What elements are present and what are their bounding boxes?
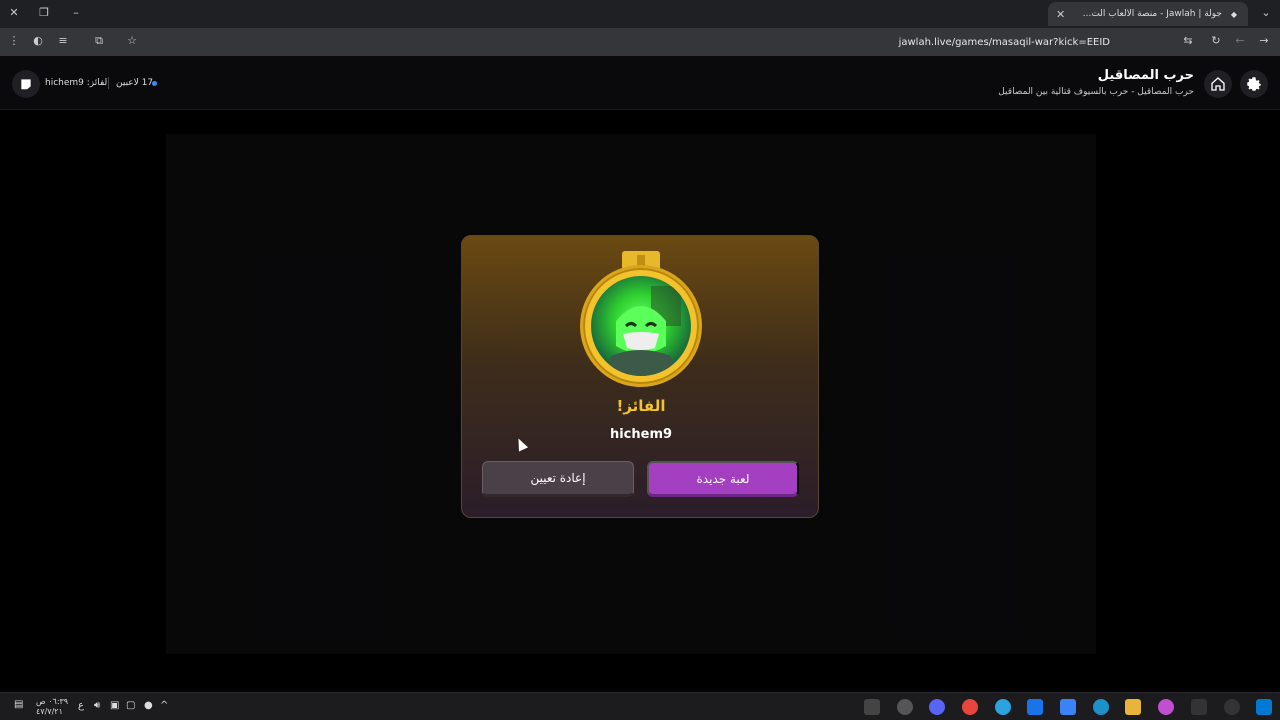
copilot-icon[interactable]: [1158, 699, 1174, 715]
taskbar-app-icon[interactable]: [897, 699, 913, 715]
home-icon: [1211, 77, 1225, 91]
tab-search-icon[interactable]: ⌄: [1258, 6, 1274, 19]
url-field[interactable]: jawlah.live/games/masaqil-war?kick=EEID: [148, 31, 1200, 53]
store-icon[interactable]: [1060, 699, 1076, 715]
forward-icon[interactable]: ←: [1232, 34, 1248, 47]
site-settings-icon[interactable]: ⇆: [1180, 34, 1196, 47]
taskbar-clock[interactable]: ٠٦:٣٩ ص ٤٧/٧/٢١: [36, 697, 68, 717]
favicon-icon: ◆: [1230, 9, 1238, 19]
search-icon[interactable]: [1224, 699, 1240, 715]
menu-icon[interactable]: ⋮: [6, 34, 22, 47]
telegram-icon[interactable]: [995, 699, 1011, 715]
divider: [108, 77, 109, 89]
url-text: jawlah.live/games/masaqil-war?kick=EEID: [898, 36, 1110, 48]
winner-heading: الفائز!: [616, 397, 666, 415]
logo-icon: [21, 79, 31, 90]
winner-modal: الفائز! hichem9 إعادة تعيين لعبة جديدة: [461, 235, 819, 518]
taskbar: ▤ ٠٦:٣٩ ص ٤٧/٧/٢١ ع 🔊︎ ▣ ▢ ● ^: [0, 692, 1280, 720]
notification-icon[interactable]: ▤: [14, 699, 23, 710]
file-explorer-icon[interactable]: [1125, 699, 1141, 715]
extensions-icon[interactable]: ⧉: [91, 34, 107, 48]
chrome-icon[interactable]: [962, 699, 978, 715]
browser-tab-bar: ✕ ❐ – + ◆ جولة | Jawlah - منصة الألعاب ا…: [0, 0, 1280, 28]
new-game-button[interactable]: لعبة جديدة: [647, 461, 799, 497]
bookmark-star-icon[interactable]: ☆: [124, 34, 140, 47]
restore-window-icon[interactable]: ❐: [36, 6, 52, 19]
task-view-icon[interactable]: [1191, 699, 1207, 715]
volume-icon[interactable]: 🔊︎: [94, 700, 100, 711]
app-header: حرب المصاقيل حرب المصاقيل - حرب بالسيوف …: [0, 56, 1280, 110]
discord-icon[interactable]: [929, 699, 945, 715]
back-icon[interactable]: →: [1256, 34, 1272, 47]
page-subtitle: حرب المصاقيل - حرب بالسيوف قتالية بين ال…: [998, 87, 1194, 97]
edge-icon[interactable]: [1093, 699, 1109, 715]
clock-date: ٤٧/٧/٢١: [36, 707, 63, 716]
winner-medal: [580, 251, 702, 387]
page-title: حرب المصاقيل: [1097, 68, 1194, 83]
network-icon[interactable]: ▣: [110, 700, 119, 711]
minimize-window-icon[interactable]: –: [68, 6, 84, 19]
tab-title: جولة | Jawlah - منصة الألعاب الت...: [1082, 9, 1222, 19]
medal-frame: [580, 265, 702, 387]
reload-icon[interactable]: ↻: [1208, 34, 1224, 47]
clock-time: ٠٦:٣٩ ص: [36, 697, 69, 706]
media-icon[interactable]: ≡: [55, 34, 71, 47]
mail-icon[interactable]: [1027, 699, 1043, 715]
close-window-icon[interactable]: ✕: [6, 6, 22, 19]
players-count: 17 لاعبين: [116, 78, 154, 88]
settings-button[interactable]: [1240, 70, 1268, 98]
reset-button[interactable]: إعادة تعيين: [482, 461, 634, 497]
live-indicator: [152, 81, 157, 86]
gear-icon: [1247, 77, 1261, 91]
microphone-icon[interactable]: ●: [144, 700, 153, 711]
address-bar: ⋮ ◐ ≡ ⧉ ☆ jawlah.live/games/masaqil-war?…: [0, 28, 1280, 56]
tab-close-icon[interactable]: ✕: [1056, 8, 1065, 21]
home-button[interactable]: [1204, 70, 1232, 98]
tray-expand-icon[interactable]: ^: [160, 700, 168, 711]
app-logo[interactable]: [12, 70, 40, 98]
language-indicator[interactable]: ع: [78, 700, 84, 711]
browser-tab[interactable]: ◆ جولة | Jawlah - منصة الألعاب الت... ✕: [1048, 2, 1248, 26]
taskbar-app-icon[interactable]: [864, 699, 880, 715]
start-icon[interactable]: [1256, 699, 1272, 715]
avatar: [591, 276, 691, 376]
winner-status: الفائز: hichem9: [45, 78, 110, 88]
profile-icon[interactable]: ◐: [30, 34, 46, 47]
battery-icon[interactable]: ▢: [126, 700, 135, 711]
avatar-image: [606, 286, 681, 376]
